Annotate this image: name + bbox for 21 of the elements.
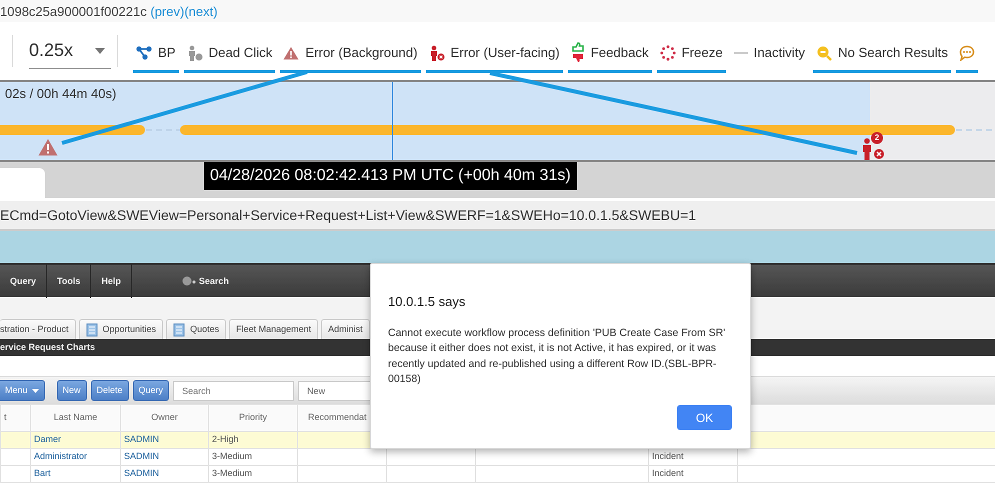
column-header: Owner (151, 412, 178, 422)
column-header: Priority (238, 412, 267, 422)
table-cell: Incident (652, 468, 684, 478)
table-cell: Bart (34, 468, 51, 478)
table-cell: SADMIN (124, 434, 160, 444)
table-cell: SADMIN (124, 451, 160, 462)
column-header: t (4, 412, 7, 422)
elapsed-time: 02s / 00h 44m 40s) (5, 85, 116, 103)
table-cell: SADMIN (124, 468, 160, 478)
count-badge: 2 (871, 132, 883, 144)
table-cell: 3-Medium (212, 468, 252, 478)
column-header: Last Name (54, 412, 98, 422)
column-header: Recommendat (308, 412, 367, 422)
dialog-title: 10.0.1.5 says (388, 293, 466, 311)
table-cell: Incident (652, 451, 684, 462)
table-cell: Damer (34, 434, 62, 444)
table-cell: Administrator (34, 451, 88, 462)
session-id: 1098c25a900001f00221c (0, 4, 148, 19)
table-cell: 3-Medium (212, 451, 252, 462)
time-tooltip: 04/28/2026 08:02:42.413 PM UTC (+00h 40m 31s) (204, 162, 577, 190)
table-cell: 2-High (212, 434, 239, 444)
